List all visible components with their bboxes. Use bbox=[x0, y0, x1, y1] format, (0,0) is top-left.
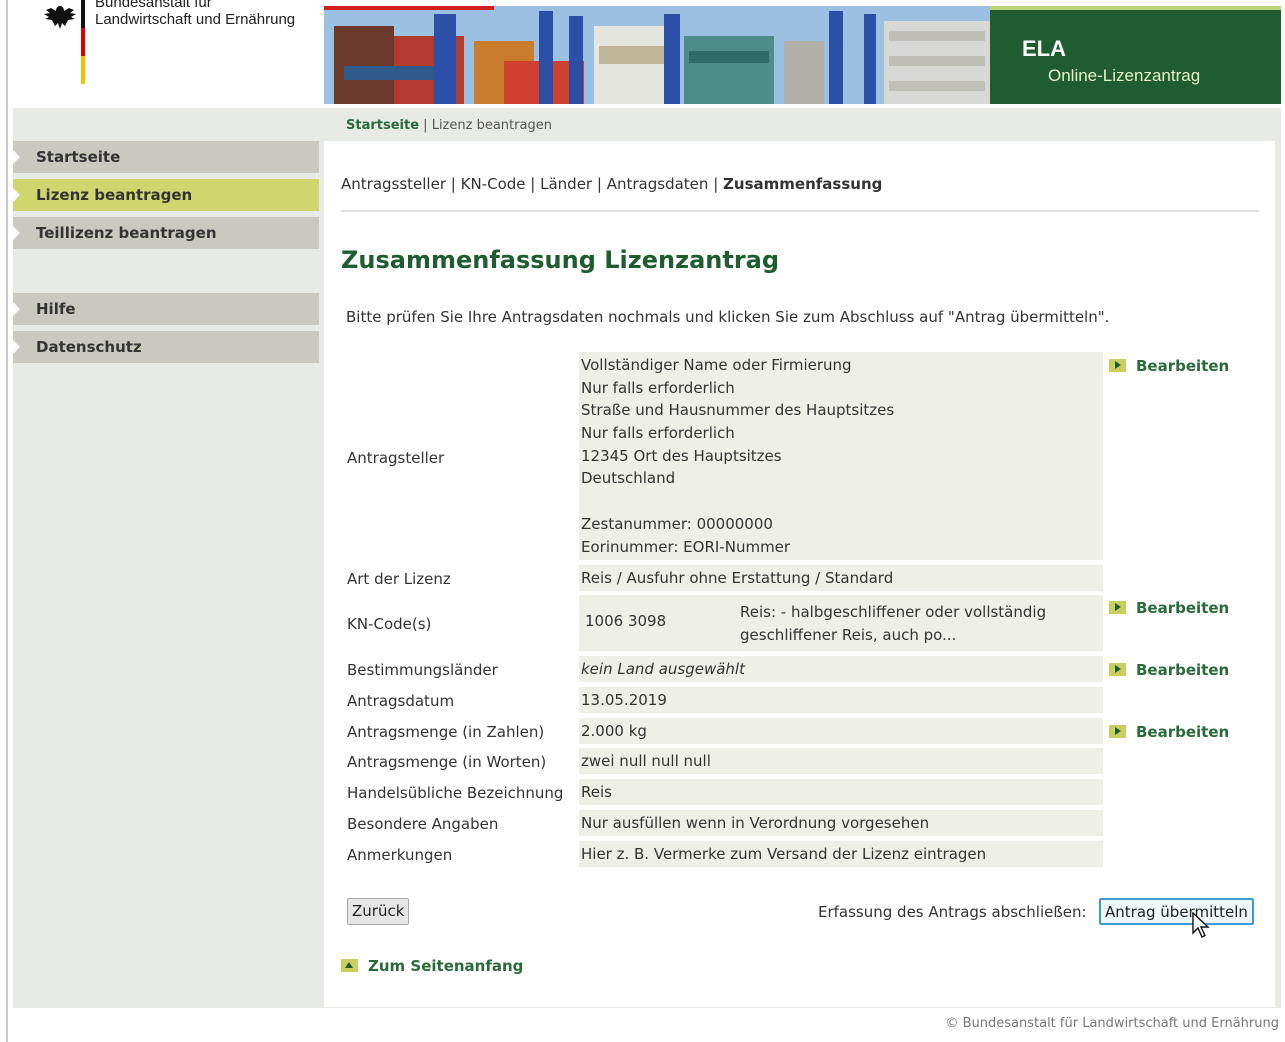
applicant-line: Nur falls erforderlich bbox=[581, 424, 735, 443]
label-antragsmenge-worten: Antragsmenge (in Worten) bbox=[347, 753, 547, 771]
step-antragssteller[interactable]: Antragssteller bbox=[341, 175, 446, 193]
value-handelsuebliche-bezeichnung: Reis bbox=[579, 779, 1103, 805]
value-art-der-lizenz: Reis / Ausfuhr ohne Erstattung / Standar… bbox=[579, 565, 1103, 591]
label-besondere-angaben: Besondere Angaben bbox=[347, 815, 499, 833]
app-subtitle: Online-Lizenzantrag bbox=[1048, 66, 1201, 85]
label-antragsmenge-zahlen: Antragsmenge (in Zahlen) bbox=[347, 723, 545, 741]
value-anmerkungen: Hier z. B. Vermerke zum Versand der Lize… bbox=[579, 841, 1103, 867]
footer-copyright: © Bundesanstalt für Landwirtschaft und E… bbox=[945, 1016, 1279, 1031]
applicant-line bbox=[581, 490, 1103, 513]
applicant-line: 12345 Ort des Hauptsitzes bbox=[581, 446, 782, 465]
sidebar-item-teillizenz-beantragen[interactable]: Teillizenz beantragen bbox=[13, 217, 319, 249]
edit-kn-code-link[interactable]: Bearbeiten bbox=[1109, 599, 1229, 617]
federal-eagle-icon bbox=[44, 6, 76, 29]
label-anmerkungen: Anmerkungen bbox=[347, 846, 453, 864]
label-antragsdatum: Antragsdatum bbox=[347, 692, 455, 710]
step-laender[interactable]: Länder bbox=[540, 175, 592, 193]
edit-countries-link[interactable]: Bearbeiten bbox=[1109, 661, 1229, 679]
label-antragsteller: Antragsteller bbox=[347, 449, 445, 467]
step-zusammenfassung: Zusammenfassung bbox=[723, 175, 883, 193]
label-kn-code: KN-Code(s) bbox=[347, 615, 432, 633]
header: Bundesanstalt für Landwirtschaft und Ern… bbox=[13, 0, 1281, 108]
breadcrumb-separator: | bbox=[423, 118, 428, 133]
sidebar-item-lizenz-beantragen[interactable]: Lizenz beantragen bbox=[13, 179, 319, 211]
applicant-line: Straße und Hausnummer des Hauptsitzes bbox=[581, 401, 895, 420]
arrow-right-icon bbox=[1109, 359, 1126, 372]
sidebar-item-hilfe[interactable]: Hilfe bbox=[13, 293, 319, 325]
to-top-link[interactable]: Zum Seitenanfang bbox=[341, 957, 523, 975]
label-bestimmungslaender: Bestimmungsländer bbox=[347, 661, 498, 679]
sidebar-nav: Startseite Lizenz beantragen Teillizenz … bbox=[13, 141, 319, 369]
applicant-line: Vollständiger Name oder Firmierung bbox=[581, 356, 852, 374]
back-button[interactable]: Zurück bbox=[347, 898, 410, 925]
arrow-up-icon bbox=[341, 959, 358, 972]
arrow-right-icon bbox=[1109, 663, 1126, 676]
arrow-right-icon bbox=[1109, 601, 1126, 614]
divider bbox=[341, 210, 1259, 212]
kn-code-description-line1: Reis: - halbgeschliffener oder vollständ… bbox=[740, 603, 1047, 621]
applicant-line: Deutschland bbox=[581, 469, 676, 488]
value-antragsmenge-worten: zwei null null null bbox=[579, 748, 1103, 774]
edit-applicant-link[interactable]: Bearbeiten bbox=[1109, 357, 1229, 375]
label-handelsuebliche-bezeichnung: Handelsübliche Bezeichnung bbox=[347, 784, 564, 802]
breadcrumb: Startseite | Lizenz beantragen bbox=[346, 118, 552, 133]
value-kn-code: 1006 3098 Reis: - halbgeschliffener oder… bbox=[579, 595, 1103, 651]
value-antragsmenge-zahlen: 2.000 kg bbox=[579, 718, 1103, 744]
agency-name: Bundesanstalt für Landwirtschaft und Ern… bbox=[95, 0, 296, 28]
page-border bbox=[6, 0, 8, 1042]
app-title: ELA bbox=[1022, 36, 1066, 61]
value-antragsdatum: 13.05.2019 bbox=[579, 687, 1103, 713]
applicant-line: Zestanummer: 00000000 bbox=[581, 514, 773, 533]
mouse-pointer-icon bbox=[1192, 912, 1210, 938]
wizard-steps: Antragssteller | KN-Code | Länder | Antr… bbox=[341, 175, 883, 193]
breadcrumb-current: Lizenz beantragen bbox=[431, 118, 552, 133]
sidebar-item-startseite[interactable]: Startseite bbox=[13, 141, 319, 173]
value-besondere-angaben: Nur ausfüllen wenn in Verordnung vorgese… bbox=[579, 810, 1103, 836]
edit-quantity-link[interactable]: Bearbeiten bbox=[1109, 723, 1229, 741]
intro-text: Bitte prüfen Sie Ihre Antragsdaten nochm… bbox=[346, 308, 1110, 326]
page-title: Zusammenfassung Lizenzantrag bbox=[341, 246, 780, 274]
step-kn-code[interactable]: KN-Code bbox=[461, 175, 526, 193]
value-antragsteller: Vollständiger Name oder Firmierung Nur f… bbox=[579, 352, 1103, 560]
flag-stripe bbox=[81, 0, 85, 84]
finish-label: Erfassung des Antrags abschließen: bbox=[818, 903, 1087, 921]
submit-application-button[interactable]: Antrag übermitteln bbox=[1099, 898, 1254, 925]
sidebar-item-datenschutz[interactable]: Datenschutz bbox=[13, 331, 319, 363]
header-banner-image bbox=[324, 6, 990, 104]
value-bestimmungslaender: kein Land ausgewählt bbox=[579, 656, 1103, 682]
applicant-line: Eorinummer: EORI-Nummer bbox=[581, 537, 791, 556]
breadcrumb-home-link[interactable]: Startseite bbox=[346, 118, 419, 133]
main-content: Antragssteller | KN-Code | Länder | Antr… bbox=[324, 141, 1275, 1007]
arrow-right-icon bbox=[1109, 725, 1126, 738]
label-art-der-lizenz: Art der Lizenz bbox=[347, 570, 451, 588]
kn-code-description-line2: geschliffener Reis, auch po... bbox=[740, 626, 957, 644]
agency-logo[interactable]: Bundesanstalt für Landwirtschaft und Ern… bbox=[13, 0, 324, 108]
kn-code-number: 1006 3098 bbox=[585, 612, 667, 630]
step-antragsdaten[interactable]: Antragsdaten bbox=[607, 175, 709, 193]
app-title-box: ELA Online-Lizenzantrag bbox=[990, 6, 1281, 104]
applicant-line: Nur falls erforderlich bbox=[581, 378, 735, 397]
